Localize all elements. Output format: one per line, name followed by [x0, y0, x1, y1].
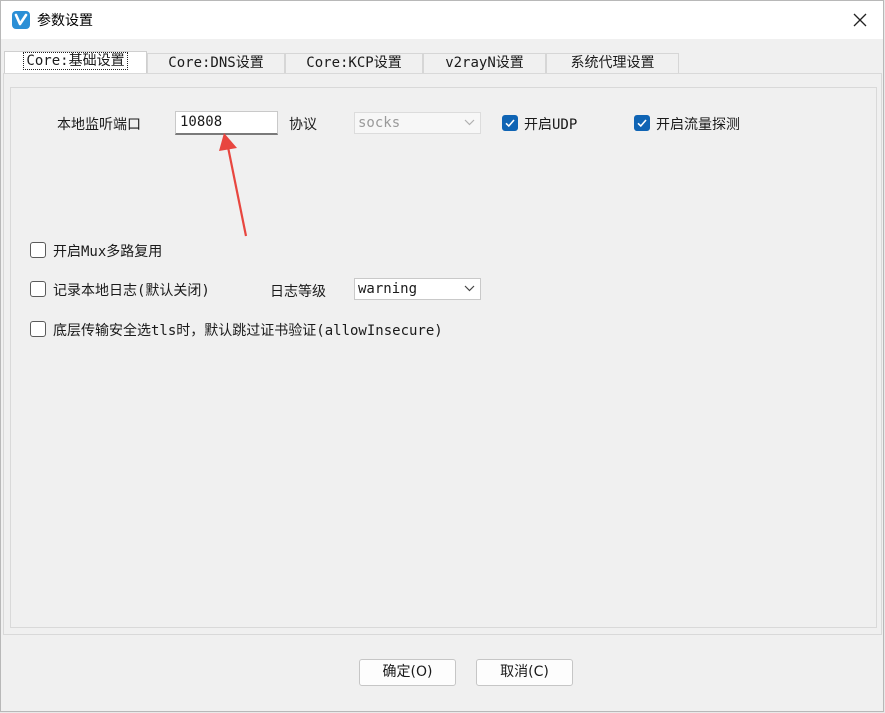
sniffing-checkbox[interactable] — [634, 115, 650, 131]
udp-label: 开启UDP — [524, 117, 578, 133]
title-bar: 参数设置 — [1, 1, 883, 39]
close-icon — [853, 13, 867, 27]
tab-core-basic[interactable]: Core:基础设置 — [4, 51, 147, 73]
log-label: 记录本地日志(默认关闭) — [53, 283, 210, 299]
sniffing-label: 开启流量探测 — [656, 117, 740, 133]
app-logo-icon — [12, 11, 30, 29]
mux-label: 开启Mux多路复用 — [53, 244, 163, 260]
cancel-button[interactable]: 取消(C) — [476, 659, 573, 686]
core-basic-panel — [10, 87, 877, 628]
tab-label: Core:KCP设置 — [306, 55, 402, 71]
tab-system-proxy[interactable]: 系统代理设置 — [546, 53, 679, 73]
log-level-select-value: warning — [358, 281, 418, 297]
log-checkbox[interactable] — [30, 281, 46, 297]
udp-checkbox[interactable] — [502, 115, 518, 131]
local-port-label: 本地监听端口 — [57, 117, 141, 133]
settings-dialog: 参数设置 Core:基础设置 Core:DNS设置 Core:KCP设置 v2r… — [0, 0, 884, 712]
tab-core-kcp[interactable]: Core:KCP设置 — [285, 53, 423, 73]
tab-strip: Core:基础设置 Core:DNS设置 Core:KCP设置 v2rayN设置… — [1, 51, 883, 73]
protocol-select-value: socks — [358, 115, 401, 131]
tab-label: Core:基础设置 — [23, 52, 128, 70]
window-title: 参数设置 — [37, 13, 93, 29]
chevron-down-icon — [464, 285, 475, 292]
protocol-label: 协议 — [289, 117, 317, 133]
checkmark-icon — [505, 119, 515, 128]
tab-label: v2rayN设置 — [445, 55, 524, 71]
mux-checkbox[interactable] — [30, 242, 46, 258]
ok-button[interactable]: 确定(O) — [359, 659, 456, 686]
tab-label: Core:DNS设置 — [168, 55, 264, 71]
tab-core-dns[interactable]: Core:DNS设置 — [147, 53, 285, 73]
log-level-label: 日志等级 — [270, 284, 326, 300]
protocol-select[interactable]: socks — [354, 112, 481, 134]
tab-label: 系统代理设置 — [570, 55, 655, 71]
close-button[interactable] — [837, 1, 883, 39]
allow-insecure-label: 底层传输安全选tls时，默认跳过证书验证(allowInsecure) — [53, 323, 443, 339]
tab-v2rayn[interactable]: v2rayN设置 — [423, 53, 546, 73]
log-level-select[interactable]: warning — [354, 278, 481, 300]
red-arrow-annotation — [219, 133, 248, 237]
checkmark-icon — [637, 119, 647, 128]
allow-insecure-checkbox[interactable] — [30, 321, 46, 337]
chevron-down-icon — [464, 119, 475, 126]
